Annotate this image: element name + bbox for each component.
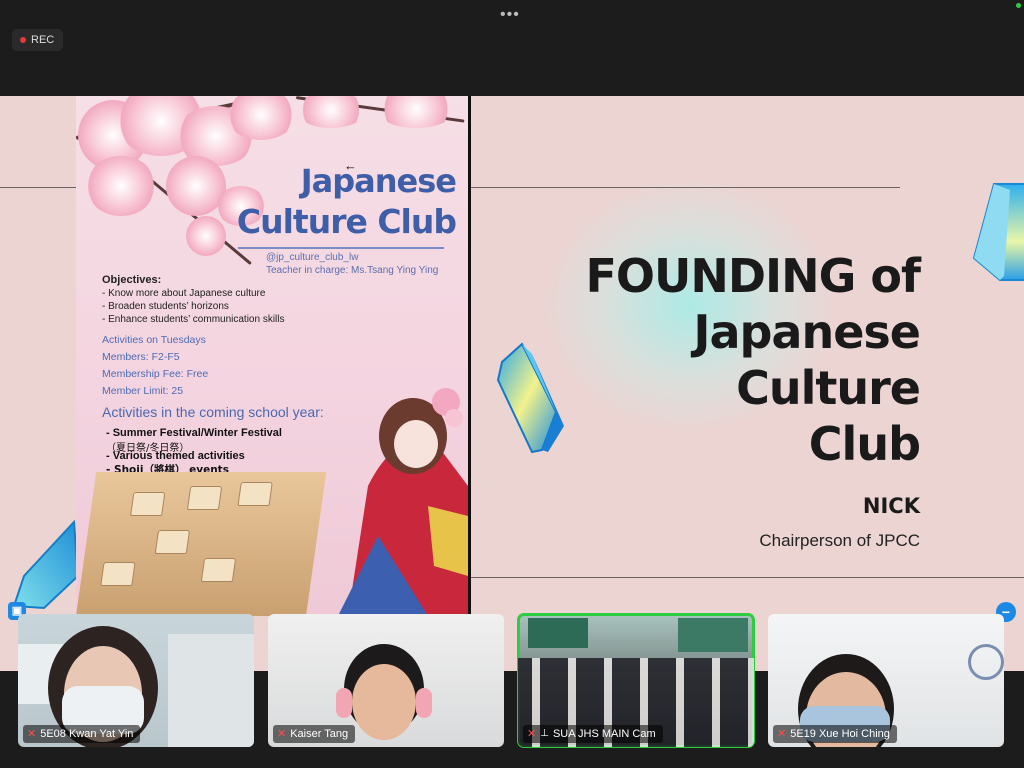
headphone-left bbox=[336, 688, 352, 718]
slide-divider-top-left bbox=[0, 187, 76, 188]
participant-name: 5E08 Kwan Yat Yin bbox=[40, 728, 134, 740]
participant-tile[interactable]: ✕ Kaiser Tang bbox=[268, 614, 504, 747]
participant-name-chip: ✕ 5E19 Xue Hoi Ching bbox=[773, 725, 897, 743]
shogi-piece bbox=[100, 562, 136, 586]
participant-name: Kaiser Tang bbox=[290, 728, 349, 740]
participant-name: 5E19 Xue Hoi Ching bbox=[790, 728, 890, 740]
poster-handle: @jp_culture_club_lw bbox=[266, 252, 359, 263]
activities-heading: Activities in the coming school year: bbox=[102, 404, 324, 420]
top-bar: REC ••• bbox=[0, 0, 1024, 96]
blossom bbox=[376, 96, 456, 128]
presenter-name: NICK bbox=[862, 494, 920, 518]
participant-tile[interactable]: ✕ 5E08 Kwan Yat Yin bbox=[18, 614, 254, 747]
shogi-piece bbox=[237, 482, 273, 506]
poster-title-line2: Culture Club bbox=[236, 202, 457, 241]
presenter-role: Chairperson of JPCC bbox=[759, 531, 920, 550]
status-dot bbox=[1016, 3, 1021, 8]
muted-mic-icon: ✕ bbox=[27, 728, 37, 740]
classroom-board bbox=[678, 618, 748, 652]
muted-mic-icon: ✕ bbox=[777, 728, 787, 740]
participant-tile-active[interactable]: ✕ ⊥ SUA JHS MAIN Cam bbox=[517, 613, 755, 748]
shogi-board-illustration bbox=[76, 472, 327, 616]
participant-name-chip: ✕ 5E08 Kwan Yat Yin bbox=[23, 725, 141, 743]
crystal-decoration-right bbox=[972, 183, 1024, 281]
anime-girl-illustration bbox=[338, 388, 468, 616]
pin-icon: ⊥ bbox=[540, 728, 549, 739]
room-board bbox=[168, 634, 254, 747]
poster-teacher: Teacher in charge: Ms.Tsang Ying Ying bbox=[266, 265, 439, 276]
blossom bbox=[86, 156, 156, 216]
classroom-board bbox=[528, 618, 588, 648]
activity-item: - Summer Festival/Winter Festival bbox=[106, 427, 282, 439]
participant-name-chip: ✕ Kaiser Tang bbox=[273, 725, 356, 743]
objective-item: - Broaden students’ horizons bbox=[102, 301, 229, 312]
participant-face bbox=[352, 664, 416, 740]
poster-title-underline bbox=[238, 247, 444, 249]
info-item: Members: F2-F5 bbox=[102, 351, 180, 363]
muted-mic-icon: ✕ bbox=[527, 728, 537, 740]
activity-item: - Various themed activities bbox=[106, 450, 245, 462]
blossom bbox=[296, 96, 366, 128]
crystal-decoration-left bbox=[12, 519, 80, 610]
info-item: Member Limit: 25 bbox=[102, 385, 184, 397]
slide-headline: FOUNDING of Japanese Culture Club bbox=[500, 248, 921, 472]
headline-line: Culture bbox=[736, 361, 921, 415]
info-item: Membership Fee: Free bbox=[102, 368, 209, 380]
shogi-piece bbox=[154, 530, 191, 554]
headphone-right bbox=[416, 688, 432, 718]
record-dot-icon bbox=[20, 37, 26, 43]
participant-tile[interactable]: ✕ 5E19 Xue Hoi Ching bbox=[768, 614, 1004, 747]
participant-gallery: ▣ − ✕ 5E08 Kwan Yat Yin ✕ Kaiser Tang ✕ … bbox=[0, 602, 1024, 768]
headline-line: Japanese bbox=[693, 305, 921, 359]
shogi-piece bbox=[130, 492, 166, 516]
headline-line: Club bbox=[808, 417, 921, 471]
info-item: Activities on Tuesdays bbox=[102, 334, 206, 346]
more-icon[interactable]: ••• bbox=[500, 6, 520, 24]
objective-item: - Know more about Japanese culture bbox=[102, 288, 266, 299]
slide-divider-top-right bbox=[470, 187, 900, 188]
poster-title-line1: Japanese bbox=[300, 162, 457, 200]
headline-line: FOUNDING of bbox=[585, 249, 921, 303]
objectives-heading: Objectives: bbox=[102, 274, 162, 286]
rec-label: REC bbox=[31, 34, 55, 46]
ceiling-fan bbox=[968, 644, 1004, 680]
recording-indicator[interactable]: REC bbox=[12, 29, 64, 51]
blossom bbox=[226, 96, 296, 140]
objective-item: - Enhance students’ communication skills bbox=[102, 314, 285, 325]
shared-slide: ← Japanese Culture Club @jp_culture_club… bbox=[0, 96, 1024, 671]
club-poster: ← Japanese Culture Club @jp_culture_club… bbox=[76, 96, 471, 616]
shogi-piece bbox=[200, 558, 237, 582]
shogi-piece bbox=[186, 486, 223, 510]
muted-mic-icon: ✕ bbox=[277, 728, 287, 740]
slide-divider-bottom bbox=[470, 577, 1024, 578]
participant-name-chip: ✕ ⊥ SUA JHS MAIN Cam bbox=[523, 725, 663, 743]
participant-name: SUA JHS MAIN Cam bbox=[552, 728, 656, 740]
